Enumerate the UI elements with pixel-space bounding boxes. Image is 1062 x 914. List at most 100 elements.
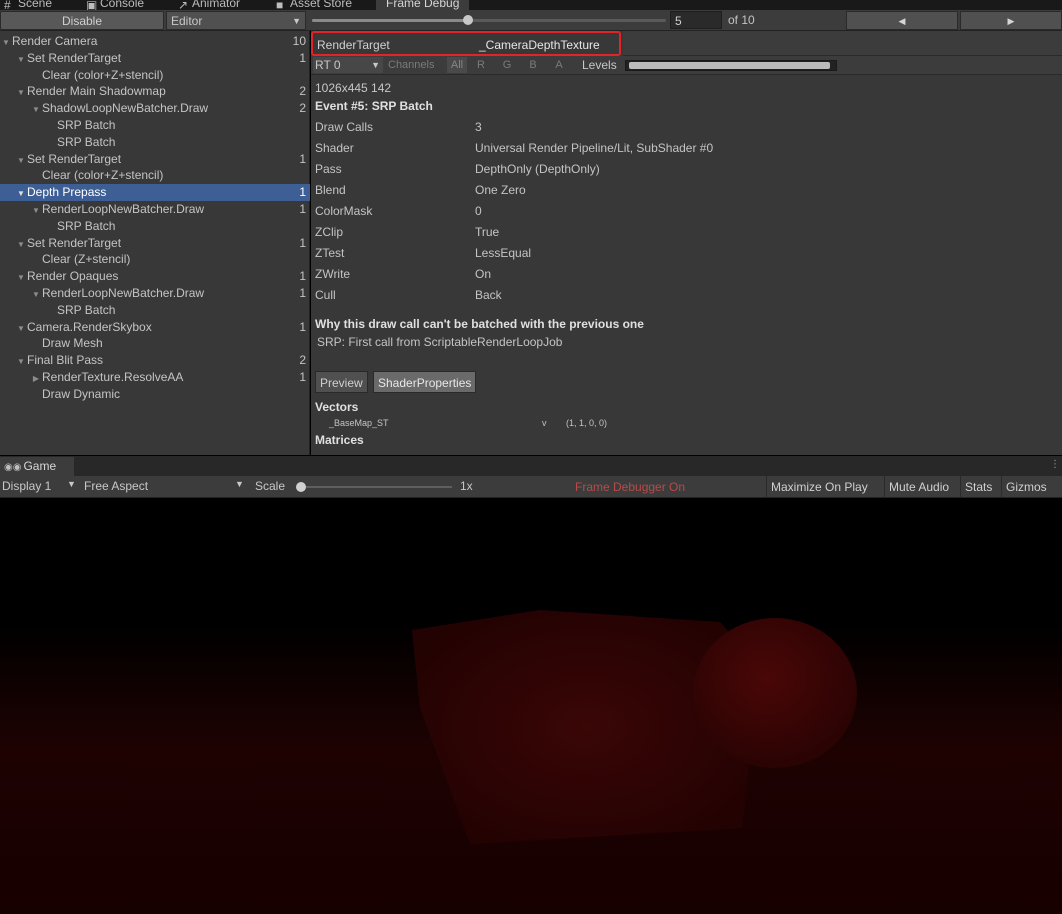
- tab-shader-properties[interactable]: ShaderProperties: [373, 371, 477, 393]
- tree-item[interactable]: ▼ Final Blit Pass 2: [0, 352, 310, 369]
- tree-item[interactable]: ▼ Render Opaques 1: [0, 268, 310, 285]
- tree-item[interactable]: ▼ Camera.RenderSkybox 1: [0, 319, 310, 336]
- expand-triangle-icon[interactable]: ▼: [30, 202, 42, 219]
- tab-game[interactable]: ◉◉ Game: [0, 457, 74, 476]
- tree-item[interactable]: Clear (color+Z+stencil): [0, 167, 310, 184]
- channel-r-button[interactable]: R: [473, 57, 489, 73]
- levels-range[interactable]: [629, 62, 830, 69]
- next-event-button[interactable]: ▶: [960, 11, 1062, 30]
- property-key: Blend: [315, 183, 346, 197]
- tab-scene[interactable]: # Scene: [4, 0, 52, 10]
- tree-item[interactable]: Draw Dynamic: [0, 386, 310, 403]
- expand-triangle-icon[interactable]: ▼: [15, 236, 27, 253]
- property-key: Pass: [315, 162, 342, 176]
- channel-b-button[interactable]: B: [525, 57, 541, 73]
- display-dropdown[interactable]: Display 1: [2, 479, 51, 493]
- event-title: Event #5: SRP Batch: [315, 99, 433, 113]
- tree-item[interactable]: ▶ RenderTexture.ResolveAA 1: [0, 369, 310, 386]
- tree-item[interactable]: ▼ Set RenderTarget 1: [0, 50, 310, 67]
- expand-triangle-icon[interactable]: ▼: [15, 152, 27, 169]
- tree-item-count: 1: [299, 202, 306, 216]
- scale-value: 1x: [460, 479, 473, 493]
- expand-triangle-icon[interactable]: ▼: [15, 84, 27, 101]
- tree-item[interactable]: ▼ ShadowLoopNewBatcher.Draw 2: [0, 100, 310, 117]
- collapse-triangle-icon[interactable]: ▶: [30, 370, 42, 387]
- tree-item-label: Clear (color+Z+stencil): [42, 67, 164, 82]
- expand-triangle-icon[interactable]: ▼: [30, 286, 42, 303]
- tree-item[interactable]: ▼ Depth Prepass 1: [0, 184, 310, 202]
- property-key: ColorMask: [315, 204, 373, 218]
- tree-item[interactable]: ▼ RenderLoopNewBatcher.Draw 1: [0, 201, 310, 218]
- frame-debugger-toolbar: Disable Editor ▼ 5 of 10 ◀ ▶: [0, 10, 1062, 31]
- tree-item[interactable]: Clear (Z+stencil): [0, 251, 310, 268]
- more-options-icon[interactable]: ⋮: [1050, 459, 1060, 470]
- tree-item[interactable]: SRP Batch: [0, 117, 310, 134]
- aspect-dropdown[interactable]: Free Aspect: [84, 479, 148, 493]
- game-viewport[interactable]: [0, 498, 1062, 914]
- editor-tab-strip: # Scene ▣ Console ↗ Animator ■ Asset Store F…: [0, 0, 1062, 10]
- tab-preview[interactable]: Preview: [315, 371, 368, 393]
- gizmos-button[interactable]: Gizmos: [1001, 476, 1051, 498]
- mute-audio-button[interactable]: Mute Audio: [884, 476, 953, 498]
- tree-item[interactable]: Clear (color+Z+stencil): [0, 67, 310, 84]
- maximize-on-play-button[interactable]: Maximize On Play: [766, 476, 872, 498]
- tab-console[interactable]: ▣ Console: [86, 0, 144, 10]
- tab-frame-debug[interactable]: Frame Debug: [376, 0, 470, 10]
- channel-all-button[interactable]: All: [447, 57, 467, 73]
- tree-item[interactable]: ▼ Render Main Shadowmap 2: [0, 83, 310, 100]
- property-value: One Zero: [475, 183, 526, 197]
- tree-item[interactable]: SRP Batch: [0, 218, 310, 235]
- expand-triangle-icon[interactable]: ▼: [15, 320, 27, 337]
- tree-item-count: 10: [292, 34, 306, 48]
- tree-item-count: 2: [299, 101, 306, 116]
- vector-name: _BaseMap_ST: [329, 418, 389, 428]
- event-total-label: of 10: [728, 13, 755, 27]
- tree-item-label: Render Camera: [12, 34, 98, 48]
- tree-item-count: 1: [299, 235, 306, 250]
- tree-item-label: Set RenderTarget: [27, 151, 122, 166]
- event-index-field[interactable]: 5: [670, 11, 722, 29]
- tree-item[interactable]: ▼ RenderLoopNewBatcher.Draw 1: [0, 285, 310, 302]
- property-key: ZWrite: [315, 267, 351, 281]
- expand-triangle-icon[interactable]: ▼: [30, 101, 42, 118]
- scale-slider[interactable]: [300, 486, 452, 488]
- expand-triangle-icon[interactable]: ▼: [15, 353, 27, 370]
- previous-event-button[interactable]: ◀: [846, 11, 958, 30]
- levels-slider[interactable]: [625, 60, 837, 71]
- tab-asset-store[interactable]: ■ Asset Store: [276, 0, 352, 10]
- rt-select-dropdown[interactable]: RT 0 ▼: [313, 57, 383, 73]
- tab-animator[interactable]: ↗ Animator: [178, 0, 240, 10]
- expand-triangle-icon[interactable]: ▼: [0, 34, 12, 51]
- channels-row: RT 0 ▼ Channels All R G B A Levels: [311, 56, 1062, 75]
- render-target-label: RenderTarget: [317, 38, 390, 52]
- tree-item-count: 1: [299, 151, 306, 166]
- expand-triangle-icon[interactable]: ▼: [15, 51, 27, 68]
- tree-item[interactable]: ▼ Set RenderTarget 1: [0, 235, 310, 252]
- target-dropdown[interactable]: Editor ▼: [166, 11, 306, 30]
- expand-triangle-icon[interactable]: ▼: [15, 185, 27, 202]
- gamepad-icon: ◉◉: [4, 462, 22, 473]
- property-row: ZWrite On: [315, 267, 1055, 288]
- tree-item-label: Depth Prepass: [27, 185, 107, 200]
- tree-item[interactable]: ▼ Render Camera 10: [0, 33, 310, 50]
- scale-slider-thumb[interactable]: [296, 482, 306, 492]
- arrow-left-icon: ◀: [898, 16, 906, 26]
- event-slider-thumb[interactable]: [462, 15, 473, 25]
- tree-item-label: Draw Dynamic: [42, 386, 121, 401]
- event-slider[interactable]: [312, 15, 666, 25]
- tree-item[interactable]: ▼ Set RenderTarget 1: [0, 151, 310, 168]
- tree-item-label: Clear (color+Z+stencil): [42, 168, 164, 183]
- stats-button[interactable]: Stats: [960, 476, 996, 498]
- property-row: ColorMask 0: [315, 204, 1055, 225]
- disable-button[interactable]: Disable: [0, 11, 164, 30]
- expand-triangle-icon[interactable]: ▼: [15, 269, 27, 286]
- channel-g-button[interactable]: G: [499, 57, 515, 73]
- tree-item[interactable]: Draw Mesh: [0, 335, 310, 352]
- render-target-row: [623, 31, 1062, 56]
- channel-a-button[interactable]: A: [551, 57, 567, 73]
- tree-item[interactable]: SRP Batch: [0, 302, 310, 319]
- event-details-panel: RenderTarget _CameraDepthTexture RT 0 ▼ …: [311, 31, 1062, 455]
- tree-item-label: Clear (Z+stencil): [42, 252, 131, 267]
- console-icon: ▣: [86, 0, 98, 10]
- tree-item[interactable]: SRP Batch: [0, 134, 310, 151]
